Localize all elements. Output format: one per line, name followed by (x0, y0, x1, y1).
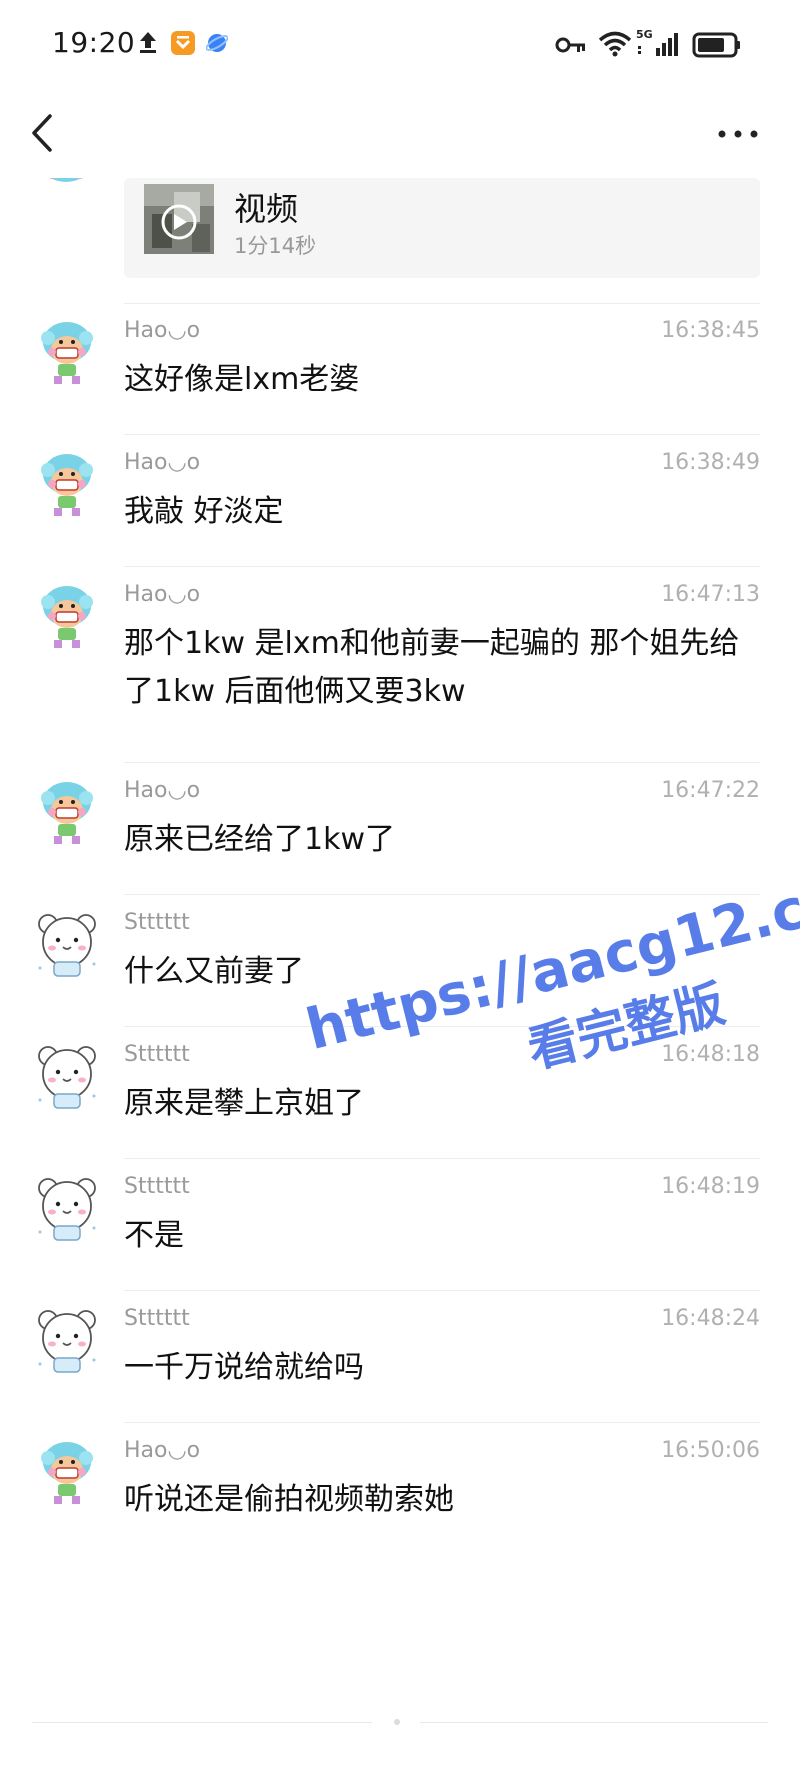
sender-name: Hao◡o (124, 1438, 201, 1463)
back-button[interactable] (22, 108, 62, 158)
list-item[interactable]: Hao◡o 16:47:13 那个1kw 是lxm和他前妻一起骗的 那个姐先给了… (0, 574, 800, 746)
avatar (41, 586, 93, 648)
chat-header (0, 92, 800, 178)
wifi-icon (598, 31, 632, 57)
sender-name: Hao◡o (124, 582, 201, 607)
video-message-card[interactable]: 视频 1分14秒 (124, 178, 760, 278)
divider (124, 1026, 760, 1027)
sender-name: Stttttt (124, 1042, 190, 1067)
vpn-key-icon (555, 37, 585, 53)
avatar (38, 1046, 96, 1109)
message-text: 我敲 好淡定 (124, 494, 284, 529)
list-item[interactable]: Stttttt 16:48:18 原来是攀上京姐了 (0, 1034, 800, 1158)
message-text: 什么又前妻了 (124, 954, 304, 989)
battery-icon (692, 32, 740, 58)
avatar (41, 322, 93, 384)
message-text: 这好像是lxm老婆 (124, 362, 360, 397)
list-item[interactable]: Hao◡o 16:38:49 我敲 好淡定 (0, 442, 800, 566)
message-text: 原来是攀上京姐了 (124, 1086, 364, 1121)
list-item[interactable]: Stttttt 16:48:24 一千万说给就给吗 (0, 1298, 800, 1422)
message-list[interactable]: 视频 1分14秒 Hao◡o 16:38:45 这好像是lxm老婆 Hao◡o … (0, 178, 800, 1738)
message-text: 原来已经给了1kw了 (124, 822, 395, 857)
list-item[interactable]: Hao◡o 16:38:45 这好像是lxm老婆 (0, 310, 800, 434)
message-timestamp: 16:48:24 (661, 1306, 760, 1331)
video-thumbnail (144, 184, 214, 254)
divider (124, 1422, 760, 1423)
divider (124, 894, 760, 895)
more-button[interactable] (716, 122, 760, 146)
message-text: 不是 (124, 1218, 184, 1253)
sender-name: Hao◡o (124, 450, 201, 475)
sender-name: Hao◡o (124, 778, 201, 803)
chevron-left-icon (32, 114, 52, 152)
divider (124, 303, 760, 304)
message-text: 那个1kw 是lxm和他前妻一起骗的 那个姐先给了1kw 后面他俩又要3kw (124, 626, 740, 709)
browser-icon (206, 34, 228, 52)
message-timestamp: 16:50:06 (661, 1438, 760, 1463)
list-item[interactable]: Stttttt 16:48:19 不是 (0, 1166, 800, 1290)
video-title: 视频 (234, 190, 299, 228)
divider (124, 762, 760, 763)
page-indicator-dot (394, 1719, 400, 1725)
bottom-divider-left (32, 1722, 372, 1723)
list-item[interactable]: Stttttt 什么又前妻了 (0, 902, 800, 1026)
message-timestamp: 16:48:18 (661, 1042, 760, 1067)
avatar (41, 782, 93, 844)
divider (124, 566, 760, 567)
message-timestamp: 16:38:49 (661, 450, 760, 475)
status-time: 19:20 (52, 26, 136, 59)
avatar (41, 1442, 93, 1504)
more-horizontal-icon (718, 130, 758, 138)
list-item[interactable]: Hao◡o 16:47:22 原来已经给了1kw了 (0, 770, 800, 894)
sender-name: Stttttt (124, 910, 190, 935)
divider (124, 1158, 760, 1159)
avatar (42, 178, 90, 188)
upload-icon (140, 32, 156, 53)
message-timestamp: 16:48:19 (661, 1174, 760, 1199)
sender-name: Hao◡o (124, 318, 201, 343)
avatar (38, 1310, 96, 1373)
video-duration: 1分14秒 (234, 234, 317, 258)
message-timestamp: 16:38:45 (661, 318, 760, 343)
sender-name: Stttttt (124, 1306, 190, 1331)
bottom-divider-right (420, 1722, 768, 1723)
message-timestamp: 16:47:22 (661, 778, 760, 803)
message-timestamp: 16:47:13 (661, 582, 760, 607)
list-item[interactable]: Hao◡o 16:50:06 听说还是偷拍视频勒索她 (0, 1430, 800, 1554)
sender-name: Stttttt (124, 1174, 190, 1199)
message-text: 一千万说给就给吗 (124, 1350, 364, 1385)
app-notification-icon (171, 31, 195, 55)
avatar (41, 454, 93, 516)
avatar (38, 1178, 96, 1241)
divider (124, 434, 760, 435)
cellular-signal-icon: 5G (636, 28, 684, 58)
message-text: 听说还是偷拍视频勒索她 (124, 1482, 454, 1517)
avatar (38, 914, 96, 977)
status-bar: 19:20 5G (0, 0, 800, 92)
divider (124, 1290, 760, 1291)
